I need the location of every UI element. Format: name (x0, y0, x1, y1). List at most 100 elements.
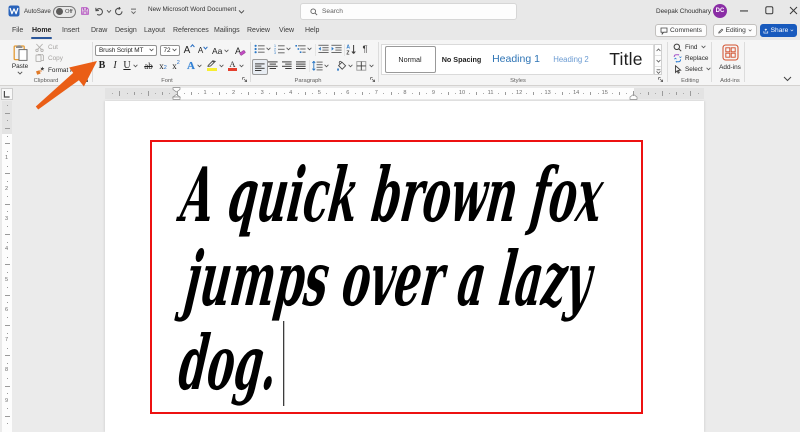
subscript-button[interactable]: x2 (157, 59, 169, 72)
document-page[interactable]: A quick brown fox jumps over a lazy dog. (105, 101, 704, 432)
tab-view[interactable]: View (274, 22, 299, 39)
horizontal-ruler[interactable]: 1 2 3 4 5 6 7 8 9 10 11 12 13 14 15 (0, 86, 800, 101)
cut-button[interactable]: Cut (35, 43, 58, 52)
tab-review[interactable]: Review (242, 22, 275, 39)
tab-mailings[interactable]: Mailings (209, 22, 245, 39)
style-heading-2[interactable]: Heading 2 (546, 46, 596, 74)
font-color-dropdown-icon[interactable] (239, 64, 244, 68)
editing-dropdown-icon (748, 29, 752, 32)
undo-dropdown-icon[interactable] (106, 9, 112, 14)
show-formatting-button[interactable]: ¶ (360, 43, 370, 56)
styles-scroll-down[interactable] (655, 56, 661, 67)
font-name-combo[interactable]: Brush Script MT (95, 44, 157, 56)
bold-button[interactable]: B (96, 59, 108, 72)
text-effects-button[interactable]: A (185, 59, 197, 72)
minimize-button[interactable] (740, 10, 749, 12)
style-normal[interactable]: Normal (384, 45, 436, 73)
text-effects-dropdown-icon[interactable] (197, 64, 202, 68)
line-spacing-dropdown-icon[interactable] (324, 64, 329, 68)
align-center-button[interactable] (268, 61, 278, 70)
tab-layout[interactable]: Layout (139, 22, 170, 39)
underline-dropdown-icon[interactable] (133, 64, 138, 68)
tab-home[interactable]: Home (27, 22, 56, 40)
underline-button[interactable]: U (122, 59, 132, 72)
select-button[interactable]: Select (673, 64, 711, 74)
align-right-button[interactable] (282, 61, 292, 70)
clipboard-dialog-launcher-icon[interactable] (83, 77, 89, 83)
find-button[interactable]: Find (673, 42, 707, 52)
text-line-1[interactable]: A quick brown fox (174, 150, 609, 239)
share-button[interactable]: Share (760, 24, 797, 37)
format-painter-button[interactable]: Format Painter (35, 66, 90, 75)
document-text[interactable]: A quick brown fox jumps over a lazy dog. (105, 101, 704, 432)
redo-icon[interactable] (114, 6, 123, 16)
clipboard-group-label: Clipboard (33, 77, 59, 84)
tab-references[interactable]: References (168, 22, 214, 39)
justify-button[interactable] (296, 61, 306, 70)
add-ins-button[interactable]: Add-ins (714, 42, 746, 72)
document-title[interactable]: New Microsoft Word Document (148, 6, 236, 13)
borders-dropdown-icon[interactable] (369, 64, 374, 68)
highlight-button[interactable] (205, 59, 218, 72)
italic-button[interactable]: I (110, 59, 120, 72)
styles-scroll-up[interactable] (655, 45, 661, 56)
close-button[interactable] (789, 6, 798, 15)
replace-button[interactable]: Replace (673, 53, 708, 63)
left-indent-marker[interactable] (172, 96, 181, 100)
line-spacing-button[interactable] (312, 61, 323, 71)
change-case-button[interactable]: Aa (212, 45, 230, 57)
style-heading-1[interactable]: Heading 1 (488, 46, 544, 74)
grow-font-button[interactable]: A (183, 44, 196, 57)
font-size-combo[interactable]: 72 (159, 44, 180, 56)
title-dropdown-icon[interactable] (238, 9, 245, 15)
clear-formatting-button[interactable]: A (235, 45, 246, 57)
avatar[interactable]: DC (713, 4, 727, 18)
style-no-spacing[interactable]: No Spacing (438, 46, 485, 74)
undo-icon[interactable] (95, 7, 104, 16)
bullets-button[interactable] (254, 44, 265, 54)
bullets-dropdown-icon[interactable] (266, 47, 271, 51)
style-title[interactable]: Title (600, 46, 652, 74)
restore-button[interactable] (765, 6, 774, 15)
increase-indent-button[interactable] (331, 44, 342, 54)
strikethrough-button[interactable]: ab (142, 59, 155, 72)
copy-button[interactable]: Copy (35, 54, 63, 63)
comments-button[interactable]: Comments (655, 24, 707, 37)
tab-file[interactable]: File (7, 22, 28, 39)
sort-button[interactable]: A Z (346, 44, 357, 55)
styles-dialog-launcher-icon[interactable] (658, 77, 664, 83)
decrease-indent-button[interactable] (318, 44, 329, 54)
superscript-button[interactable]: x2 (170, 59, 182, 72)
text-line-3[interactable]: dog. (175, 318, 283, 407)
tab-help[interactable]: Help (300, 22, 324, 39)
styles-gallery-more[interactable] (655, 67, 661, 77)
qat-overflow-icon[interactable] (130, 8, 137, 15)
multilevel-list-button[interactable] (295, 44, 306, 54)
user-name[interactable]: Deepak Choudhary (656, 8, 711, 15)
paste-button[interactable]: Paste (6, 42, 34, 76)
tab-insert[interactable]: Insert (57, 22, 85, 39)
collapse-ribbon-icon[interactable] (783, 76, 792, 82)
editing-button[interactable]: Editing (713, 24, 757, 37)
tab-draw[interactable]: Draw (86, 22, 112, 39)
shading-dropdown-icon[interactable] (348, 64, 353, 68)
font-color-button[interactable]: A (227, 59, 238, 72)
ruler-number: 7 (374, 89, 378, 96)
autosave-toggle[interactable]: Off (53, 5, 76, 18)
shading-button[interactable] (335, 60, 347, 72)
tab-design[interactable]: Design (110, 22, 142, 39)
highlight-dropdown-icon[interactable] (219, 64, 224, 68)
numbering-button[interactable]: 1 2 3 (274, 44, 285, 54)
multilevel-dropdown-icon[interactable] (307, 47, 312, 51)
search-input[interactable]: Search (300, 3, 517, 20)
borders-button[interactable] (356, 61, 367, 71)
save-icon[interactable] (81, 7, 89, 15)
shrink-font-button[interactable]: A (197, 45, 209, 57)
align-left-button[interactable] (252, 59, 268, 75)
paragraph-dialog-launcher-icon[interactable] (370, 77, 376, 83)
text-line-2[interactable]: jumps over a lazy (174, 234, 600, 323)
numbering-dropdown-icon[interactable] (286, 47, 291, 51)
font-dialog-launcher-icon[interactable] (242, 77, 248, 83)
vertical-ruler[interactable]: 1 2 3 4 5 6 7 8 9 (0, 101, 14, 432)
ruler-number: 15 (601, 89, 608, 96)
